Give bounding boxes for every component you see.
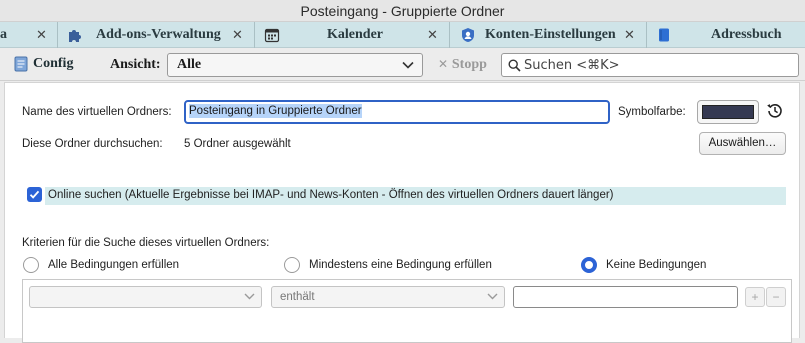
close-icon: ✕: [438, 57, 452, 71]
search-folders-value: 5 Ordner ausgewählt: [184, 138, 291, 150]
tab-addons[interactable]: Add-ons-Verwaltung ✕: [58, 22, 255, 48]
toolbar: Config Ansicht: Alle ✕ Stopp: [0, 49, 805, 81]
config-button[interactable]: Config: [14, 56, 73, 72]
criteria-label: Kriterien für die Suche dieses virtuelle…: [22, 237, 270, 249]
radio-match-all-label: Alle Bedingungen erfüllen: [48, 259, 180, 271]
account-settings-icon: [462, 28, 474, 42]
remove-rule-button[interactable]: −: [766, 287, 786, 307]
tab-label: Add-ons-Verwaltung: [96, 27, 221, 42]
online-search-label: Online suchen (Aktuelle Ergebnisse bei I…: [48, 189, 614, 201]
stopp-label: Stopp: [451, 57, 487, 72]
tab-calendar[interactable]: Kalender ✕: [255, 22, 450, 48]
choose-folders-button[interactable]: Auswählen…: [699, 132, 786, 155]
tab-label: Adressbuch: [711, 27, 782, 42]
tab-label: Konten-Einstellungen: [485, 27, 616, 42]
close-icon[interactable]: ✕: [36, 28, 47, 43]
tab-address-book[interactable]: Adressbuch: [647, 22, 805, 48]
rule-operator-value: enthält: [280, 291, 315, 303]
stopp-button[interactable]: ✕ Stopp: [438, 57, 487, 73]
search-folders-label: Diese Ordner durchsuchen:: [22, 138, 163, 150]
folder-name-label: Name des virtuellen Ordners:: [22, 106, 172, 118]
chevron-down-icon: [402, 61, 414, 69]
ansicht-label: Ansicht:: [110, 57, 161, 72]
document-icon: [14, 56, 28, 72]
color-swatch: [702, 105, 754, 119]
tab-label: Kalender: [327, 27, 383, 42]
rule-value-input[interactable]: [513, 286, 738, 308]
virtual-folder-dialog: Name des virtuellen Ordners: Posteingang…: [4, 82, 800, 343]
symbol-color-picker[interactable]: [697, 100, 759, 124]
criteria-list: enthält + −: [22, 279, 792, 343]
search-icon: [508, 59, 521, 72]
chevron-down-icon: [244, 293, 255, 300]
checkmark-icon: [29, 190, 40, 199]
radio-match-any-label: Mindestens eine Bedingung erfüllen: [309, 259, 492, 271]
tab-account-settings[interactable]: Konten-Einstellungen ✕: [450, 22, 647, 48]
search-input[interactable]: [524, 56, 794, 74]
close-icon[interactable]: ✕: [624, 28, 635, 43]
folder-name-value: Posteingang in Gruppierte Ordner: [189, 104, 362, 118]
tab-mail[interactable]: a ✕: [0, 22, 58, 48]
address-book-icon: [659, 28, 669, 42]
symbol-color-label: Symbolfarbe:: [618, 106, 686, 118]
rule-field-select[interactable]: [29, 286, 262, 308]
reset-history-icon[interactable]: [766, 102, 784, 120]
online-search-checkbox[interactable]: [27, 187, 42, 202]
chevron-down-icon: [487, 293, 498, 300]
tab-bar: a ✕ Add-ons-Verwaltung ✕ Kalender ✕ Kont…: [0, 22, 805, 48]
ansicht-value: Alle: [177, 57, 202, 72]
close-icon[interactable]: ✕: [232, 28, 243, 43]
folder-name-input[interactable]: Posteingang in Gruppierte Ordner: [184, 100, 610, 124]
config-label: Config: [33, 56, 74, 71]
radio-no-conditions-label: Keine Bedingungen: [606, 259, 707, 271]
add-rule-button[interactable]: +: [745, 287, 765, 307]
radio-match-any[interactable]: [284, 257, 300, 273]
calendar-icon: [264, 28, 280, 43]
window-title: Posteingang - Gruppierte Ordner: [0, 0, 805, 22]
close-icon[interactable]: ✕: [427, 28, 438, 43]
rule-operator-select[interactable]: enthält: [271, 286, 505, 308]
tab-label: a: [0, 27, 7, 42]
ansicht-select[interactable]: Alle: [167, 53, 423, 77]
search-box[interactable]: [501, 53, 799, 77]
radio-match-all[interactable]: [23, 257, 39, 273]
puzzle-icon: [69, 30, 81, 42]
radio-no-conditions[interactable]: [581, 257, 597, 273]
